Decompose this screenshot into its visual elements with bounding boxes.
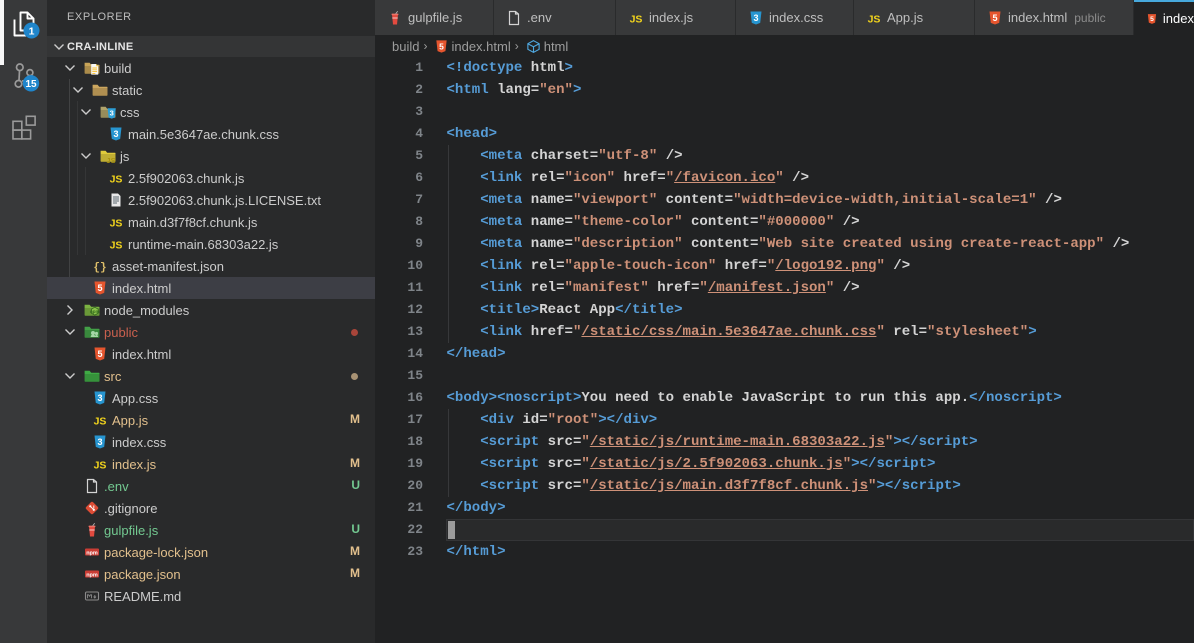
svg-text:1: 1	[29, 25, 35, 37]
svg-text:15: 15	[25, 79, 37, 90]
